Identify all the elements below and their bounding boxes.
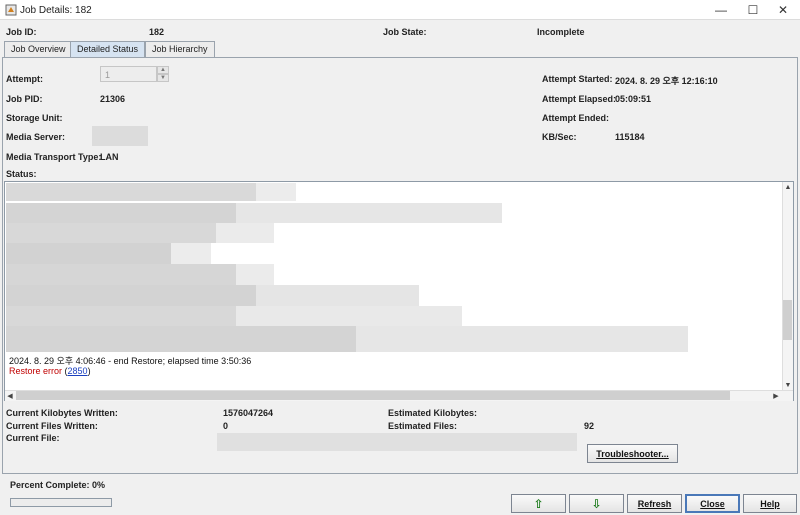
troubleshooter-button[interactable]: Troubleshooter... [587,444,678,463]
kb-sec-label: KB/Sec: [542,132,577,142]
redacted-log-line [236,306,462,326]
attempt-started-value: 2024. 8. 29 오후 12:16:10 [615,76,718,86]
down-arrow-button[interactable]: ⇩ [569,494,624,513]
job-state-value: Incomplete [537,27,585,37]
spinner-up-icon[interactable]: ▲ [157,66,169,74]
media-server-label: Media Server: [6,132,66,142]
redacted-log-line [6,203,236,223]
job-pid-value: 21306 [100,94,126,104]
kb-sec-value: 115184 [615,132,645,142]
tab-detailed-status[interactable]: Detailed Status [70,41,146,58]
troubleshooter-label: Troubleshooter... [596,448,669,459]
redacted-log-line [6,243,171,264]
attempt-spinner[interactable]: 1 [100,66,157,82]
help-button[interactable]: Help [743,494,797,513]
error-code-link[interactable]: 2850 [68,366,88,376]
log-error-line: Restore error (2850) [9,366,91,376]
scroll-down-icon[interactable]: ▼ [783,380,793,390]
app-icon [5,4,17,16]
scroll-left-icon[interactable]: ◀ [5,391,15,401]
estimated-files-value: 92 [584,421,595,431]
media-transport-value: LAN [100,152,119,162]
title-bar [0,0,800,20]
redacted-log-line [171,243,211,264]
arrow-up-icon: ⇧ [533,496,544,511]
arrow-down-icon: ⇩ [591,496,602,511]
scroll-right-icon[interactable]: ▶ [771,391,781,401]
redacted-log-line [356,326,688,352]
restore-error-text: Restore error [9,366,63,376]
help-label: Help [760,498,780,509]
current-file-label: Current File: [6,433,60,443]
attempt-label: Attempt: [6,74,43,84]
scroll-up-icon[interactable]: ▲ [783,182,793,192]
minimize-icon[interactable]: — [704,0,738,20]
media-server-value-redacted [92,126,148,146]
up-arrow-button[interactable]: ⇧ [511,494,566,513]
job-state-label: Job State: [383,27,427,37]
estimated-files-label: Estimated Files: [388,421,458,431]
redacted-log-line [6,223,216,243]
percent-complete-label: Percent Complete: 0% [10,480,105,490]
status-vertical-scroll-thumb[interactable] [783,300,792,340]
tab-job-overview[interactable]: Job Overview [4,41,73,57]
status-horizontal-scroll-thumb[interactable] [16,391,730,400]
percent-complete-text: Percent Complete: [10,480,90,490]
redacted-log-line [256,285,419,306]
refresh-button[interactable]: Refresh [627,494,682,513]
current-file-value-redacted [217,433,577,451]
attempt-elapsed-label: Attempt Elapsed: [542,94,617,104]
redacted-log-line [6,183,256,201]
progress-bar [10,498,112,507]
refresh-label: Refresh [637,498,672,509]
attempt-started-label: Attempt Started: [542,74,613,84]
close-window-icon[interactable]: ✕ [766,0,800,20]
current-files-written-value: 0 [223,421,229,431]
close-button[interactable]: Close [685,494,740,513]
maximize-icon[interactable]: ☐ [736,0,770,20]
job-pid-label: Job PID: [6,94,43,104]
job-id-label: Job ID: [6,27,37,37]
attempt-elapsed-value: 05:09:51 [615,94,652,104]
percent-complete-value: 0% [92,480,106,490]
tab-job-hierarchy[interactable]: Job Hierarchy [145,41,215,57]
redacted-log-line [236,264,274,285]
redacted-log-line [6,285,256,306]
redacted-log-line [236,203,502,223]
current-files-written-label: Current Files Written: [6,421,98,431]
close-label: Close [700,498,725,509]
attempt-ended-label: Attempt Ended: [542,113,609,123]
media-transport-label: Media Transport Type: [6,152,102,162]
current-kb-written-value: 1576047264 [223,408,274,418]
job-id-value: 182 [149,27,165,37]
status-vertical-scrollbar[interactable] [782,182,793,390]
status-label: Status: [6,169,37,179]
estimated-kb-label: Estimated Kilobytes: [388,408,478,418]
redacted-log-line [6,306,236,326]
error-close-paren: ) [87,366,91,376]
redacted-log-line [216,223,274,243]
redacted-log-line [6,326,356,352]
spinner-down-icon[interactable]: ▼ [157,74,169,82]
redacted-log-line [6,264,236,285]
storage-unit-label: Storage Unit: [6,113,63,123]
current-kb-written-label: Current Kilobytes Written: [6,408,118,418]
window-title: Job Details: 182 [20,5,92,16]
redacted-log-line [256,183,296,201]
